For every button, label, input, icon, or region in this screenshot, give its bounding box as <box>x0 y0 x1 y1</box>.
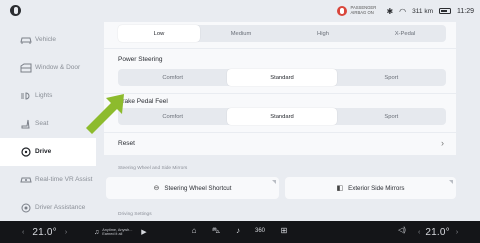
clock: 11:29 <box>457 7 474 15</box>
steering-option-standard[interactable]: Standard <box>227 69 337 86</box>
climate-right: ‹ 21.0° › <box>418 221 458 243</box>
battery-icon <box>439 8 451 14</box>
sidebar-item-vr-assist[interactable]: Real-time VR Assist <box>0 166 96 194</box>
temp-up-right-icon[interactable]: › <box>456 229 458 236</box>
regen-option-medium[interactable]: Medium <box>200 25 282 42</box>
steering-icon <box>21 147 31 157</box>
steering-wheel-icon: ⊖ <box>153 185 160 192</box>
media-widget[interactable]: ♫ Anytime, Anywh... Earned it all ▶ <box>94 225 156 239</box>
driver-assist-icon <box>21 203 31 213</box>
brake-option-standard[interactable]: Standard <box>227 108 337 125</box>
card-label: Steering Wheel Shortcut <box>164 184 232 192</box>
temp-left[interactable]: 21.0° <box>32 227 56 238</box>
pointer-arrow-icon <box>86 94 124 134</box>
power-steering-selector: Comfort Standard Sport <box>118 69 446 86</box>
sidebar-item-label: Real-time VR Assist <box>35 176 93 184</box>
sidebar-item-vehicle[interactable]: Vehicle <box>0 26 96 54</box>
section-title: Power Steering <box>118 56 163 63</box>
climate-left: ‹ 21.0° › <box>22 221 67 243</box>
steering-option-comfort[interactable]: Comfort <box>118 69 227 86</box>
airbag-text: PASSENGER AIRBAG ON <box>350 5 377 15</box>
status-bar: PASSENGER AIRBAG ON ✱ ◠ 311 km 11:29 <box>0 0 480 22</box>
regen-option-low[interactable]: Low <box>118 25 200 42</box>
brake-option-comfort[interactable]: Comfort <box>118 108 227 125</box>
range-readout: 311 km <box>412 7 433 15</box>
brand-logo <box>10 5 21 16</box>
status-indicators: PASSENGER AIRBAG ON ✱ ◠ 311 km 11:29 <box>337 4 474 18</box>
sidebar-item-label: Driver Assistance <box>35 204 86 212</box>
volume-icon[interactable]: ◁) <box>396 226 408 234</box>
home-icon[interactable]: ⌂ <box>188 226 200 235</box>
sidebar-item-label: Window & Door <box>35 64 81 72</box>
steering-wheel-shortcut-button[interactable]: ⊖ Steering Wheel Shortcut <box>106 177 279 199</box>
chevron-right-icon: › <box>441 138 444 148</box>
seat-icon <box>21 119 30 129</box>
view-360-icon[interactable]: 360 <box>254 228 266 234</box>
exterior-mirrors-button[interactable]: ◧ Exterior Side Mirrors <box>285 177 456 199</box>
car-icon <box>20 37 32 44</box>
brake-option-sport[interactable]: Sport <box>337 108 446 125</box>
regen-option-x-pedal[interactable]: X-Pedal <box>364 25 446 42</box>
bottom-dock: ‹ 21.0° › ♫ Anytime, Anywh... Earned it … <box>0 221 480 243</box>
play-icon[interactable]: ▶ <box>141 228 146 236</box>
bluetooth-icon: ✱ <box>386 6 394 16</box>
airbag-icon <box>337 6 348 16</box>
mirror-icon: ◧ <box>336 185 344 192</box>
car-icon[interactable]: ⛍ <box>210 226 222 236</box>
media-text: Anytime, Anywh... Earned it all <box>102 227 133 236</box>
light-icon <box>21 92 30 100</box>
power-steering-section: Power Steering Comfort Standard Sport <box>104 49 456 93</box>
corner-indicator-icon <box>272 180 276 184</box>
regeneration-selector: Low Medium High X-Pedal <box>118 25 446 42</box>
wifi-icon: ◠ <box>399 6 407 16</box>
sidebar-item-label: Vehicle <box>35 36 56 44</box>
reset-label: Reset <box>118 140 135 147</box>
temp-right[interactable]: 21.0° <box>425 227 449 238</box>
temp-up-left-icon[interactable]: › <box>65 229 67 236</box>
vr-assist-icon <box>20 177 32 183</box>
drive-settings-panel: Low Medium High X-Pedal Power Steering C… <box>104 22 456 221</box>
sidebar-item-label: Drive <box>35 148 52 156</box>
music-note-icon: ♫ <box>94 228 100 236</box>
brake-pedal-section: Brake Pedal Feel Comfort Standard Sport <box>104 94 456 132</box>
regen-option-high[interactable]: High <box>282 25 364 42</box>
reset-row[interactable]: Reset › <box>104 133 456 155</box>
brake-pedal-selector: Comfort Standard Sport <box>118 108 446 125</box>
group-label-driving: Driving Settings <box>118 212 152 217</box>
sidebar-item-driver-assistance[interactable]: Driver Assistance <box>0 194 96 222</box>
corner-indicator-icon <box>449 180 453 184</box>
apps-grid-icon[interactable]: ⊞ <box>278 226 290 235</box>
music-icon[interactable]: ♪ <box>232 226 244 235</box>
temp-down-left-icon[interactable]: ‹ <box>22 229 24 236</box>
regeneration-section: Low Medium High X-Pedal <box>104 22 456 48</box>
group-label-mirrors: Steering Wheel and Side Mirrors <box>118 166 188 171</box>
airbag-status: PASSENGER AIRBAG ON <box>337 6 380 16</box>
steering-option-sport[interactable]: Sport <box>337 69 446 86</box>
sidebar-item-drive[interactable]: Drive <box>0 138 96 166</box>
sidebar-item-window-door[interactable]: Window & Door <box>0 54 96 82</box>
temp-down-right-icon[interactable]: ‹ <box>418 229 420 236</box>
card-label: Exterior Side Mirrors <box>348 184 405 192</box>
window-icon <box>20 63 32 73</box>
